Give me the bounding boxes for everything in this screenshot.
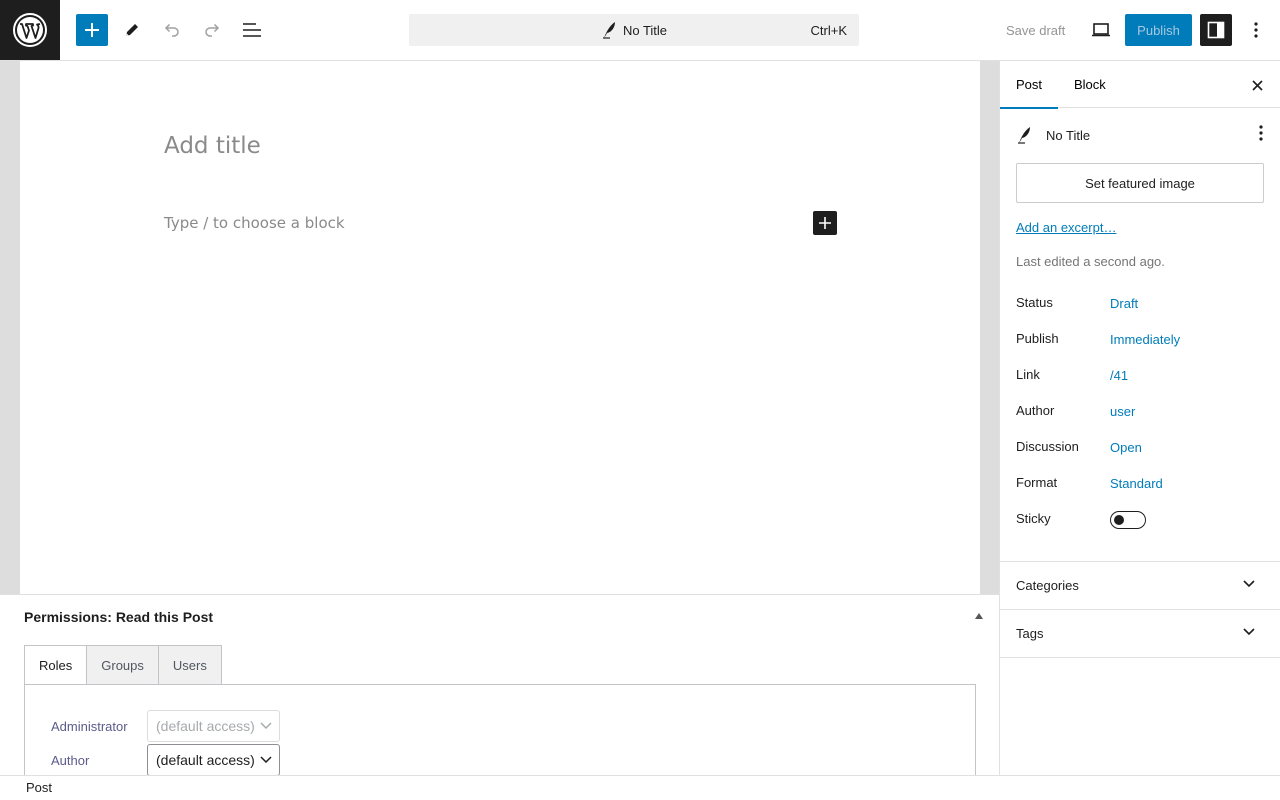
metabox-collapse-button[interactable]: [972, 611, 986, 621]
select-value: (default access): [156, 718, 255, 734]
role-row-administrator: Administrator (default access): [51, 710, 280, 742]
editor-footer: Post: [0, 775, 1280, 800]
sidebar-icon: [1207, 21, 1225, 39]
summary-format: Format Standard: [1016, 473, 1265, 493]
wordpress-logo-icon[interactable]: [0, 0, 60, 60]
role-row-author: Author (default access): [51, 744, 280, 776]
block-inserter-toggle-button[interactable]: [76, 14, 108, 46]
summary-label: Link: [1016, 367, 1040, 382]
editor-canvas-area: Add title Type / to choose a block: [0, 61, 1000, 594]
tab-roles[interactable]: Roles: [24, 645, 88, 685]
role-label: Administrator: [51, 718, 128, 734]
tab-groups[interactable]: Groups: [87, 645, 159, 685]
add-block-button[interactable]: [813, 211, 837, 235]
summary-label: Discussion: [1016, 439, 1079, 454]
command-shortcut: Ctrl+K: [810, 23, 847, 38]
summary-label: Publish: [1016, 331, 1059, 346]
save-draft-button[interactable]: Save draft: [998, 14, 1073, 46]
tab-users[interactable]: Users: [158, 645, 222, 685]
set-featured-image-button[interactable]: Set featured image: [1016, 163, 1264, 203]
sidebar-tabs: Post Block: [1000, 61, 1280, 109]
command-palette-bar[interactable]: No Title Ctrl+K: [409, 14, 859, 46]
summary-sticky: Sticky: [1016, 509, 1265, 529]
redo-button[interactable]: [196, 14, 228, 46]
summary-label: Status: [1016, 295, 1053, 310]
pencil-icon: [126, 24, 138, 36]
plus-icon: [85, 23, 99, 37]
tab-block[interactable]: Block: [1058, 61, 1122, 108]
metabox-title: Permissions: Read this Post: [24, 609, 214, 625]
panel-title: Tags: [1016, 626, 1044, 641]
default-block-appender[interactable]: Type / to choose a block: [164, 214, 345, 232]
editor-header: No Title Ctrl+K Save draft Publish: [0, 0, 1280, 61]
tags-panel[interactable]: Tags: [1000, 609, 1280, 657]
chevron-down-icon: [1243, 580, 1255, 588]
tools-button[interactable]: [116, 14, 148, 46]
sticky-toggle[interactable]: [1110, 511, 1146, 529]
close-icon: [1251, 79, 1263, 91]
tab-post[interactable]: Post: [1000, 61, 1059, 109]
panel-divider: [1000, 657, 1280, 658]
document-overview-button[interactable]: [236, 14, 268, 46]
plus-icon: [819, 217, 831, 229]
summary-discussion: Discussion Open: [1016, 437, 1265, 457]
categories-panel[interactable]: Categories: [1000, 561, 1280, 609]
publish-button[interactable]: Publish: [1125, 14, 1192, 46]
summary-link: Link /41: [1016, 365, 1265, 385]
settings-sidebar-button[interactable]: [1200, 14, 1232, 46]
chevron-down-icon: [1243, 628, 1255, 636]
administrator-access-select: (default access): [147, 710, 280, 742]
summary-status: Status Draft: [1016, 293, 1265, 313]
summary-label: Format: [1016, 475, 1058, 490]
options-menu-button[interactable]: [1240, 14, 1272, 46]
summary-label: Author: [1016, 403, 1055, 418]
permissions-metabox: Permissions: Read this Post Roles Groups…: [0, 594, 1000, 776]
preview-button[interactable]: [1085, 14, 1117, 46]
summary-author: Author user: [1016, 401, 1265, 421]
post-feather-icon: [602, 22, 615, 39]
post-actions-button[interactable]: [1259, 125, 1263, 141]
roles-panel: Administrator (default access) Author (d…: [24, 684, 976, 776]
more-vertical-icon: [1259, 125, 1263, 141]
redo-icon: [205, 23, 220, 37]
post-feather-icon: [1018, 127, 1030, 144]
post-card-title: No Title: [1046, 127, 1091, 143]
author-button[interactable]: user: [1110, 404, 1135, 419]
post-title-input[interactable]: Add title: [164, 133, 261, 159]
toggle-knob: [1114, 515, 1124, 525]
more-vertical-icon: [1254, 22, 1258, 38]
list-view-icon: [243, 23, 261, 37]
triangle-up-icon: [975, 613, 983, 619]
permalink-button[interactable]: /41: [1110, 368, 1128, 383]
permissions-tabs: Roles Groups Users: [24, 645, 222, 685]
command-bar-title-group: No Title: [601, 21, 667, 39]
block-breadcrumb[interactable]: Post: [26, 780, 52, 795]
select-value: (default access): [156, 752, 255, 768]
document-title: No Title: [622, 22, 668, 38]
role-label: Author: [51, 752, 90, 768]
panel-title: Categories: [1016, 578, 1079, 593]
close-sidebar-button[interactable]: [1247, 75, 1267, 95]
status-value-button[interactable]: Draft: [1110, 296, 1138, 311]
publish-date-button[interactable]: Immediately: [1110, 332, 1180, 347]
add-excerpt-link[interactable]: Add an excerpt…: [1016, 220, 1116, 235]
author-access-select[interactable]: (default access): [147, 744, 280, 776]
last-edited-text: Last edited a second ago.: [1016, 254, 1165, 269]
discussion-button[interactable]: Open: [1110, 440, 1142, 455]
summary-publish: Publish Immediately: [1016, 329, 1265, 349]
undo-icon: [164, 23, 179, 37]
format-button[interactable]: Standard: [1110, 476, 1163, 491]
summary-label: Sticky: [1016, 511, 1051, 526]
settings-sidebar: Post Block No Title Set featured image A…: [999, 61, 1280, 775]
desktop-icon: [1092, 23, 1110, 37]
undo-button[interactable]: [156, 14, 188, 46]
chevron-down-icon: [260, 756, 272, 764]
chevron-down-icon: [260, 722, 272, 730]
post-card: No Title: [1016, 125, 1265, 145]
editor-canvas[interactable]: Add title Type / to choose a block: [20, 61, 980, 594]
